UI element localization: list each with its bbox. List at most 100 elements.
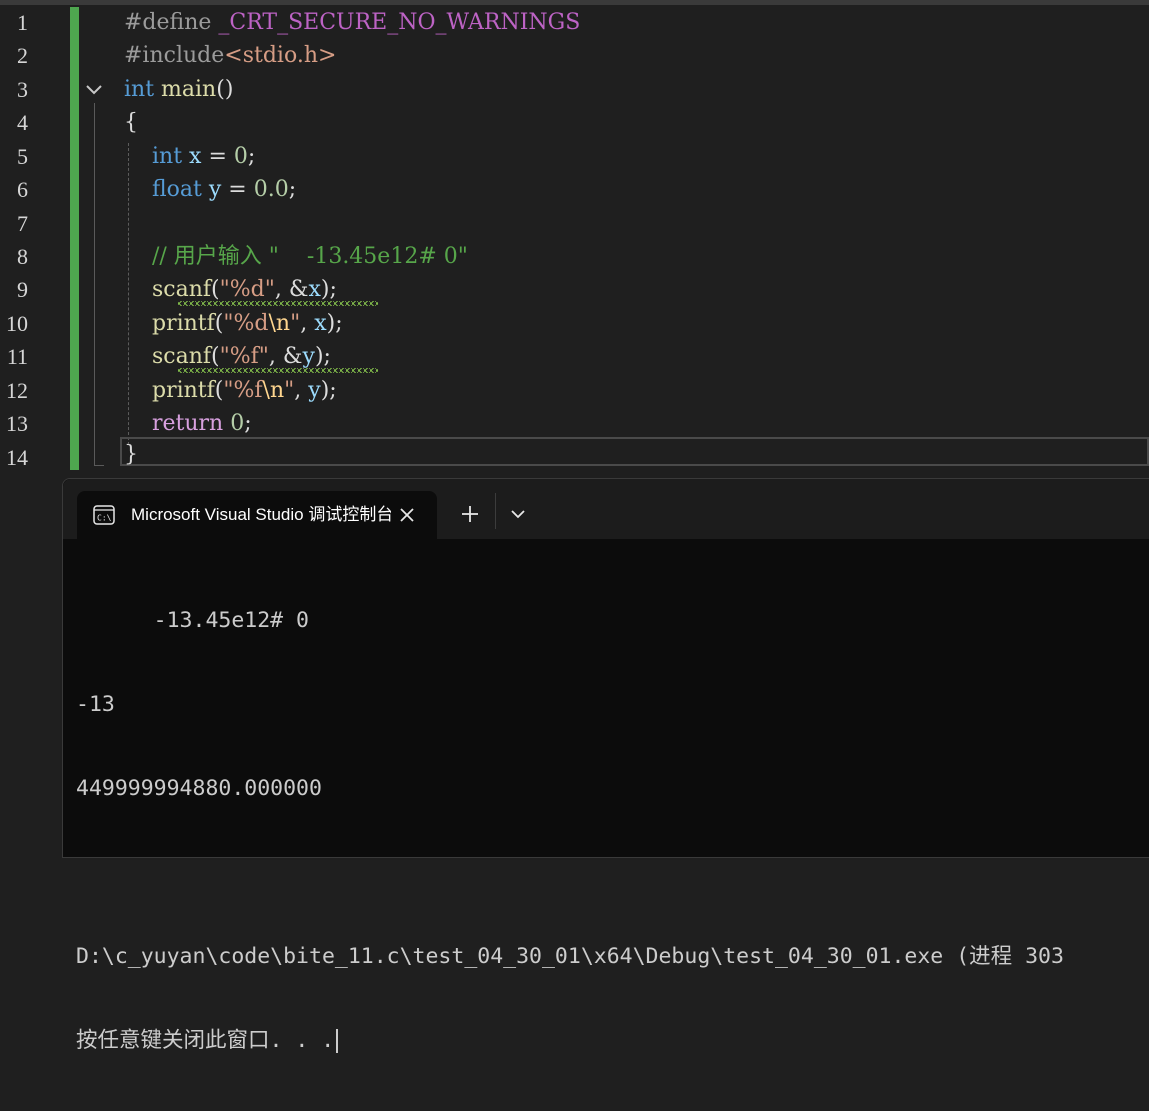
chevron-down-icon[interactable] — [507, 503, 529, 525]
console-line: D:\c_yuyan\code\bite_11.c\test_04_30_01\… — [76, 944, 1064, 969]
warning-squiggle[interactable] — [178, 368, 378, 373]
function-call: scanf — [151, 277, 212, 302]
code-line-3[interactable]: int main() — [124, 73, 233, 106]
number-literal: 0 — [230, 411, 245, 436]
function-call: scanf — [151, 344, 212, 369]
console-line: -13 — [76, 692, 115, 717]
code-line-10[interactable]: printf("%d\n", x); — [124, 307, 343, 340]
semicolon: ; — [288, 177, 297, 202]
console-output[interactable]: -13.45e12# 0 -13 449999994880.000000 D:\… — [76, 551, 1149, 1111]
punctuation: , — [300, 311, 315, 336]
console-prompt-line: 按任意键关闭此窗口. . . — [76, 1027, 1149, 1055]
code-line-5[interactable]: int x = 0; — [124, 140, 255, 173]
variable: y — [302, 344, 315, 369]
escape-sequence: \n — [268, 311, 291, 336]
line-number: 8 — [17, 244, 28, 269]
punctuation: ); — [320, 277, 337, 302]
punctuation: , — [294, 378, 309, 403]
keyword: int — [151, 144, 183, 169]
variable: x — [314, 311, 327, 336]
code-line-1[interactable]: #define _CRT_SECURE_NO_WARNINGS — [124, 6, 580, 39]
keyword: float — [151, 177, 202, 202]
punctuation: ); — [314, 344, 331, 369]
string-literal: "%d" — [219, 277, 275, 302]
string-literal: " — [284, 378, 295, 403]
preprocessor-directive: #define — [124, 10, 212, 35]
text-cursor — [336, 1029, 339, 1053]
code-line-4[interactable]: { — [124, 106, 138, 139]
close-brace: } — [124, 442, 138, 467]
semicolon: ; — [244, 411, 252, 436]
variable: y — [208, 177, 222, 202]
line-number: 10 — [6, 311, 28, 336]
string-literal: "%d — [223, 311, 269, 336]
punctuation: ); — [326, 311, 343, 336]
code-line-13[interactable]: return 0; — [124, 407, 252, 440]
keyword: return — [151, 411, 224, 436]
chevron-down-icon[interactable] — [84, 80, 104, 100]
code-editor[interactable]: 1 2 3 4 5 6 7 8 9 10 11 12 13 14 #define… — [0, 5, 1149, 475]
string-literal: "%f" — [219, 344, 269, 369]
line-number: 9 — [17, 277, 28, 302]
code-line-14[interactable]: } — [124, 438, 138, 471]
line-number: 2 — [17, 43, 28, 68]
line-number: 12 — [6, 378, 28, 403]
titlebar-separator — [495, 493, 496, 529]
fold-guide — [94, 103, 95, 465]
keyword: int — [124, 77, 155, 102]
punctuation: , & — [268, 344, 303, 369]
console-line: 按任意键关闭此窗口. . . — [76, 1028, 335, 1053]
tab-debug-console[interactable]: C:\ Microsoft Visual Studio 调试控制台 — [77, 491, 437, 539]
debug-console-window[interactable]: C:\ Microsoft Visual Studio 调试控制台 -13.45… — [62, 478, 1149, 1053]
code-line-2[interactable]: #include<stdio.h> — [124, 39, 336, 72]
plus-icon[interactable] — [457, 501, 483, 527]
line-number: 13 — [6, 411, 28, 436]
close-icon[interactable] — [395, 503, 419, 527]
line-number: 3 — [17, 77, 28, 102]
variable: y — [308, 378, 321, 403]
console-line: 449999994880.000000 — [76, 776, 322, 801]
punctuation: () — [216, 77, 234, 102]
operator: = — [221, 177, 254, 202]
variable: x — [189, 144, 202, 169]
tab-title: Microsoft Visual Studio 调试控制台 — [131, 505, 391, 524]
warning-squiggle[interactable] — [178, 301, 378, 306]
fold-guide-end — [94, 465, 104, 466]
line-number: 7 — [17, 211, 28, 236]
punctuation: ( — [211, 277, 220, 302]
console-line: -13.45e12# 0 — [76, 608, 309, 633]
operator: = — [201, 144, 234, 169]
line-number: 1 — [17, 10, 28, 35]
semicolon: ; — [247, 144, 256, 169]
include-header: <stdio.h> — [224, 43, 337, 68]
function-call: printf — [151, 378, 215, 403]
number-literal: 0 — [233, 144, 248, 169]
string-literal: " — [290, 311, 301, 336]
line-number: 14 — [6, 445, 28, 470]
line-number: 5 — [17, 144, 28, 169]
code-line-6[interactable]: float y = 0.0; — [124, 173, 296, 206]
macro-name: _CRT_SECURE_NO_WARNINGS — [218, 10, 581, 35]
change-indicator-bar — [70, 7, 79, 470]
code-line-8[interactable]: // 用户输入 " -13.45e12# 0" — [124, 240, 468, 273]
comment: // 用户输入 " -13.45e12# 0" — [151, 244, 468, 269]
function-call: printf — [151, 311, 215, 336]
line-number-gutter: 1 2 3 4 5 6 7 8 9 10 11 12 13 14 — [0, 5, 60, 475]
console-icon: C:\ — [93, 505, 115, 525]
preprocessor-directive: #include — [124, 43, 225, 68]
line-number: 11 — [6, 344, 28, 369]
code-line-12[interactable]: printf("%f\n", y); — [124, 374, 337, 407]
console-titlebar[interactable]: C:\ Microsoft Visual Studio 调试控制台 — [63, 479, 1149, 539]
punctuation: , & — [274, 277, 309, 302]
punctuation: ); — [320, 378, 337, 403]
current-line-highlight — [120, 437, 1149, 466]
number-literal: 0.0 — [253, 177, 289, 202]
punctuation: ( — [211, 344, 220, 369]
svg-text:C:\: C:\ — [97, 514, 112, 523]
line-number: 4 — [17, 110, 28, 135]
string-literal: "%f — [223, 378, 263, 403]
variable: x — [308, 277, 321, 302]
line-number: 6 — [17, 177, 28, 202]
escape-sequence: \n — [262, 378, 285, 403]
